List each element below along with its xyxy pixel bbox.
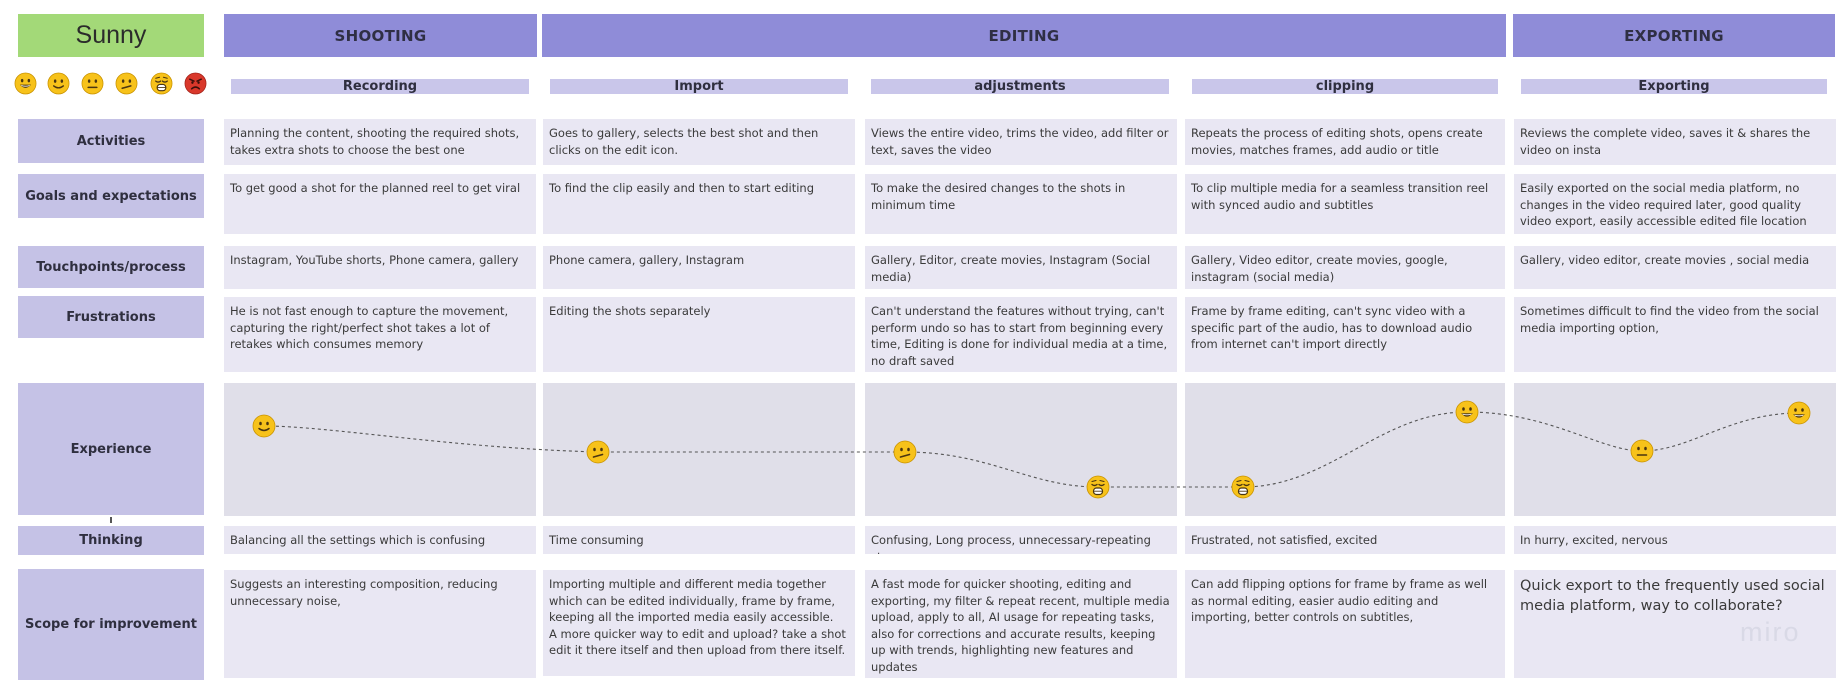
miro-watermark: miro	[1740, 617, 1801, 647]
cell-thinking-exporting: In hurry, excited, nervous	[1514, 526, 1836, 554]
cell-thinking-recording: Balancing all the settings which is conf…	[224, 526, 536, 554]
cell-thinking-adjustments: Confusing, Long process, unnecessary-rep…	[865, 526, 1177, 554]
experience-point-1	[252, 414, 276, 438]
cell-thinking-import: Time consuming	[543, 526, 855, 554]
experience-point-3	[893, 440, 917, 464]
cell-scope-adjustments: A fast mode for quicker shooting, editin…	[865, 570, 1177, 678]
cell-thinking-clipping: Frustrated, not satisfied, excited	[1185, 526, 1505, 554]
experience-point-4	[1086, 475, 1110, 499]
cell-scope-import: Importing multiple and different media t…	[543, 570, 855, 676]
experience-point-5	[1231, 475, 1255, 499]
cell-scope-recording: Suggests an interesting composition, red…	[224, 570, 536, 678]
cell-scope-clipping: Can add flipping options for frame by fr…	[1185, 570, 1505, 678]
experience-point-6	[1455, 400, 1479, 424]
experience-point-2	[586, 440, 610, 464]
experience-point-7	[1630, 439, 1654, 463]
experience-point-8	[1787, 401, 1811, 425]
